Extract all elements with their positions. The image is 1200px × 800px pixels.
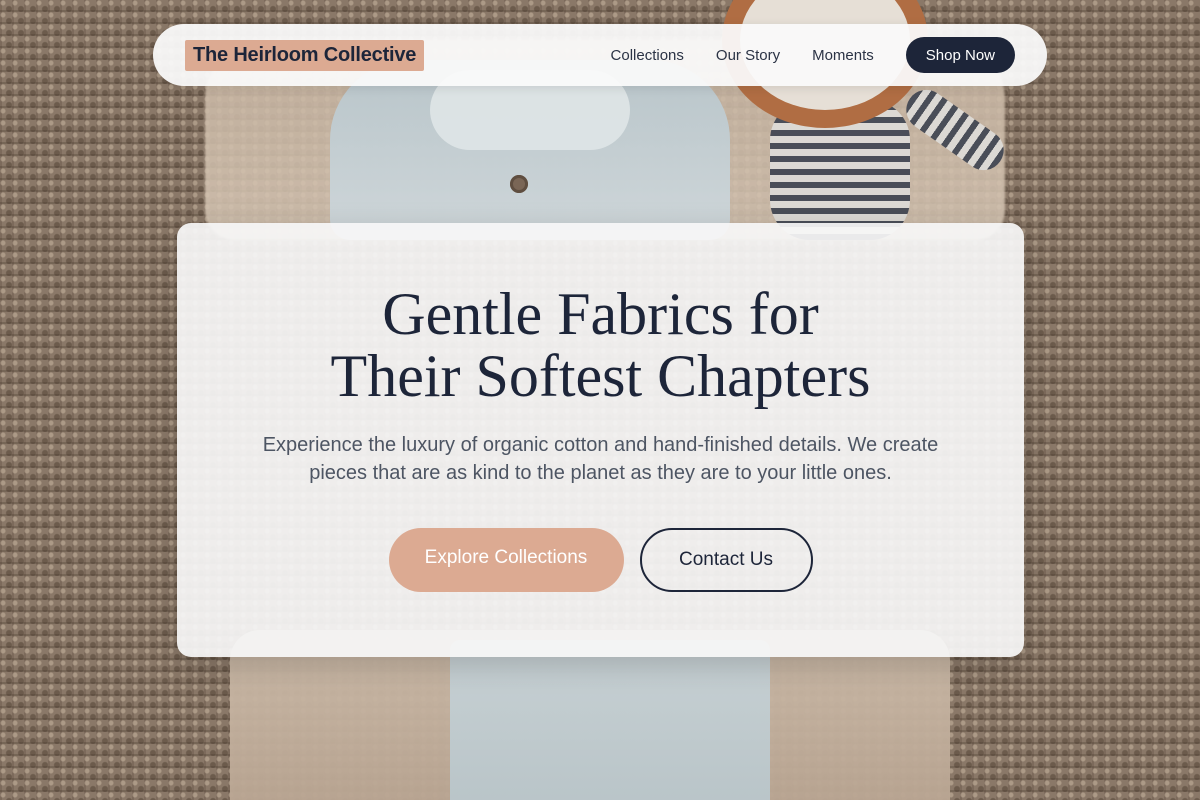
hero-cta-group: Explore Collections Contact Us [177,528,1024,592]
nav-links: Collections Our Story Moments Shop Now [579,37,1015,73]
nav-link-our-story[interactable]: Our Story [716,47,780,64]
shirt-button [510,175,528,193]
lion-plush-body [770,100,910,240]
nav-link-collections[interactable]: Collections [611,47,684,64]
baby-shirt-bottom [450,640,770,800]
nav-link-moments[interactable]: Moments [812,47,874,64]
hero-card: Gentle Fabrics for Their Softest Chapter… [177,223,1024,657]
hero-subtitle: Experience the luxury of organic cotton … [262,434,939,484]
baby-shirt [330,60,730,240]
lion-plush-arm [898,82,1012,178]
hero-title: Gentle Fabrics for Their Softest Chapter… [330,281,871,409]
brand-logo[interactable]: The Heirloom Collective [185,39,425,71]
top-navigation: The Heirloom Collective Collections Our … [153,24,1047,86]
contact-us-button[interactable]: Contact Us [639,528,813,592]
shop-now-button[interactable]: Shop Now [905,37,1015,73]
explore-collections-button[interactable]: Explore Collections [388,528,624,592]
